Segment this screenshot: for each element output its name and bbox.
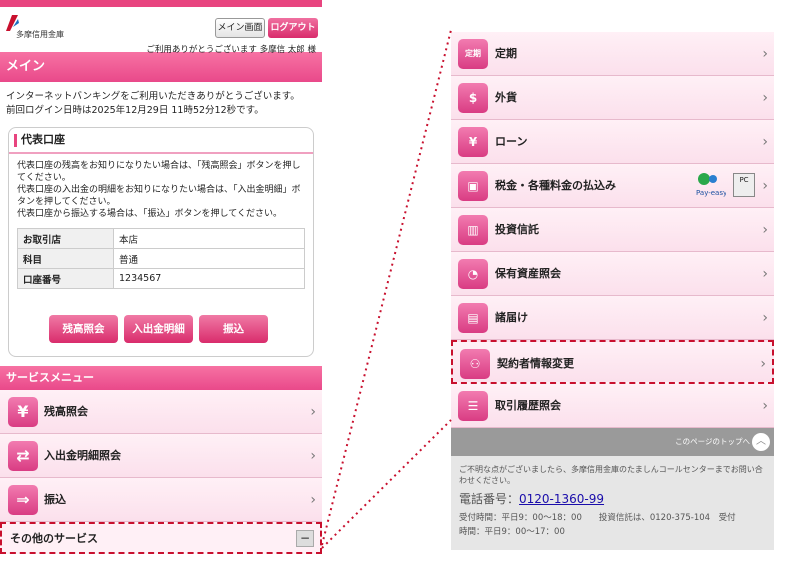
connector-line-bottom: [321, 419, 452, 549]
connector-line-top: [321, 29, 452, 546]
connector-lines: [321, 29, 452, 549]
